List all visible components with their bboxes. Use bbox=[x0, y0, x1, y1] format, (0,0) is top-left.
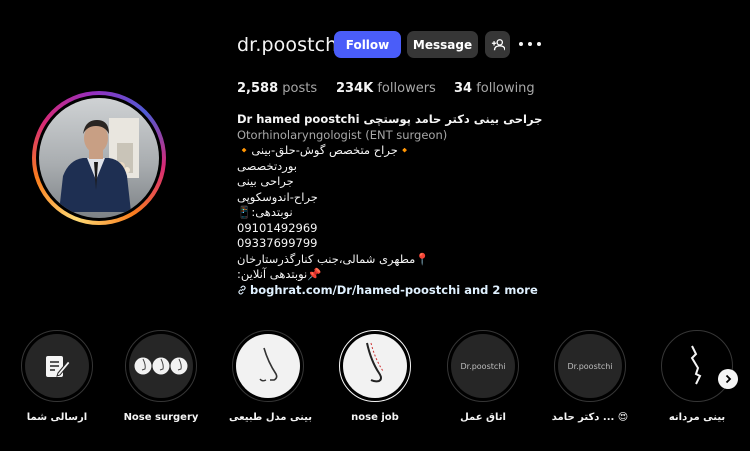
followers-label: followers bbox=[377, 81, 436, 96]
dot bbox=[528, 42, 532, 46]
highlight-item[interactable]: Dr.poostchi اتاق عمل bbox=[444, 330, 522, 423]
highlight-item[interactable]: Nose surgery bbox=[122, 330, 200, 423]
profile-avatar-ring[interactable] bbox=[32, 91, 166, 225]
nose-line-icon bbox=[366, 342, 384, 383]
highlight-ring bbox=[661, 330, 733, 402]
highlight-item[interactable]: بینی مدل طبیعی bbox=[229, 330, 312, 423]
highlight-label: Nose surgery bbox=[123, 412, 199, 423]
avatar[interactable] bbox=[39, 98, 159, 218]
highlight-label: دکتر حامد ... 😍 bbox=[551, 412, 629, 423]
bio-line: 📌نوبتدهی آنلاین: bbox=[237, 267, 322, 281]
highlight-cover: Dr.poostchi bbox=[558, 334, 622, 398]
highlight-cover bbox=[236, 334, 300, 398]
followers-stat[interactable]: 234K followers bbox=[336, 81, 436, 96]
highlight-ring bbox=[232, 330, 304, 402]
highlight-label: ارسالی شما bbox=[26, 412, 88, 423]
bio-phone: 09337699799 bbox=[237, 236, 318, 250]
posts-label: posts bbox=[282, 81, 318, 96]
edit-note-icon bbox=[46, 356, 71, 377]
highlight-item[interactable]: ارسالی شما bbox=[18, 330, 96, 423]
highlight-ring: Dr.poostchi bbox=[554, 330, 626, 402]
person-plus-icon bbox=[491, 38, 505, 50]
highlight-ring bbox=[21, 330, 93, 402]
bio-address: 📍مطهری شمالی،جنب کنارگذرستارخان bbox=[237, 251, 430, 266]
chevron-right-icon bbox=[725, 374, 732, 384]
highlight-cover bbox=[665, 334, 729, 398]
bio-line: نوبتدهی:📱 bbox=[237, 205, 293, 219]
suggest-accounts-button[interactable] bbox=[485, 31, 510, 58]
posts-count: 2,588 bbox=[237, 81, 279, 96]
highlight-cover bbox=[25, 334, 89, 398]
highlight-cover-text: Dr.poostchi bbox=[567, 361, 613, 371]
following-label: following bbox=[476, 81, 535, 96]
nose-outline-icon bbox=[690, 345, 702, 385]
next-highlights-button[interactable] bbox=[718, 369, 738, 389]
bio: Dr hamed poostchi جراحی بینی دکتر حامد پ… bbox=[237, 112, 557, 298]
following-stat[interactable]: 34 following bbox=[454, 81, 535, 96]
followers-count: 234K bbox=[336, 81, 374, 96]
dot bbox=[537, 42, 541, 46]
highlight-ring: Dr.poostchi bbox=[447, 330, 519, 402]
highlight-cover bbox=[129, 334, 193, 398]
highlight-cover: Dr.poostchi bbox=[451, 334, 515, 398]
full-name: Dr hamed poostchi جراحی بینی دکتر حامد پ… bbox=[237, 112, 543, 126]
highlight-item[interactable]: nose job bbox=[336, 330, 414, 423]
bio-link[interactable]: boghrat.com/Dr/hamed-poostchi and 2 more bbox=[250, 283, 538, 297]
avatar-gap bbox=[36, 95, 162, 221]
nose-sketch-icon bbox=[259, 347, 278, 382]
following-count: 34 bbox=[454, 81, 473, 96]
avatar-photo bbox=[59, 118, 139, 212]
message-button[interactable]: Message bbox=[407, 31, 478, 58]
bio-link-row[interactable]: boghrat.com/Dr/hamed-poostchi and 2 more bbox=[237, 283, 557, 299]
username: dr.poostchi bbox=[237, 34, 343, 56]
highlight-label: اتاق عمل bbox=[460, 412, 506, 423]
highlight-label: nose job bbox=[351, 412, 399, 423]
highlight-label: بینی مدل طبیعی bbox=[229, 412, 312, 423]
dot bbox=[519, 42, 523, 46]
highlight-cover bbox=[343, 334, 407, 398]
bio-phone: 09101492969 bbox=[237, 220, 318, 235]
follow-button[interactable]: Follow bbox=[334, 31, 401, 58]
bio-line: جراحی بینی bbox=[237, 174, 294, 188]
category: Otorhinolaryngologist (ENT surgeon) bbox=[237, 127, 448, 142]
highlight-cover-text: Dr.poostchi bbox=[460, 361, 506, 371]
link-icon bbox=[238, 285, 246, 294]
bio-line: جراح-اندوسکوپی bbox=[237, 189, 318, 204]
highlight-label: بینی مردانه bbox=[668, 412, 726, 423]
nose-profiles-icon bbox=[134, 357, 188, 375]
highlight-ring bbox=[339, 330, 411, 402]
more-options-icon[interactable] bbox=[519, 36, 541, 52]
highlight-item[interactable]: Dr.poostchi دکتر حامد ... 😍 bbox=[551, 330, 629, 423]
posts-stat: 2,588 posts bbox=[237, 81, 317, 96]
highlight-ring bbox=[125, 330, 197, 402]
bio-line: بوردتخصصی bbox=[237, 158, 297, 173]
bio-line: 🔸جراح متخصص گوش-حلق-بینی🔸 bbox=[237, 143, 413, 157]
